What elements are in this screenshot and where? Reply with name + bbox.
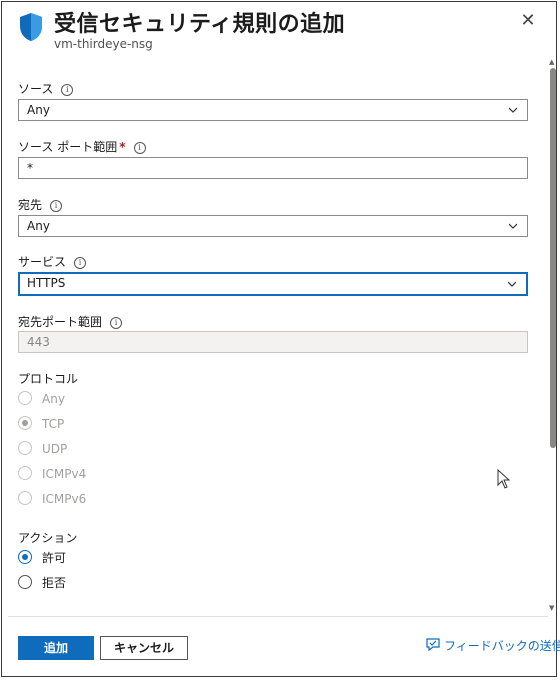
shield-icon <box>20 13 42 41</box>
radio-label: ICMPv4 <box>42 467 87 481</box>
service-label-text: サービス <box>18 255 67 269</box>
radio-label[interactable]: 拒否 <box>42 573 66 593</box>
source-label-text: ソース <box>18 82 54 96</box>
destination-label: 宛先 i <box>18 196 63 213</box>
radio-label: ICMPv6 <box>42 492 87 506</box>
service-value: HTTPS <box>27 276 66 290</box>
source-port-value: * <box>27 161 33 175</box>
radio-circle <box>18 466 32 480</box>
source-dropdown[interactable]: Any <box>18 99 528 121</box>
info-icon[interactable]: i <box>50 200 63 212</box>
mouse-cursor-icon <box>497 469 511 489</box>
scroll-down-arrow[interactable]: ▼ <box>549 604 554 612</box>
destination-port-value: 443 <box>27 335 50 349</box>
service-dropdown[interactable]: HTTPS <box>18 272 528 296</box>
destination-port-input: 443 <box>18 331 528 353</box>
feedback-icon <box>426 638 440 652</box>
radio-circle[interactable] <box>18 575 32 589</box>
info-icon[interactable]: i <box>61 84 74 96</box>
radio-label: Any <box>42 392 65 406</box>
radio-circle <box>18 491 32 505</box>
radio-circle[interactable] <box>18 550 32 564</box>
service-label: サービス i <box>18 253 87 270</box>
radio-label: UDP <box>42 442 68 456</box>
destination-value: Any <box>27 219 50 233</box>
chevron-down-icon <box>508 281 516 287</box>
destination-dropdown[interactable]: Any <box>18 215 528 237</box>
close-icon[interactable]: ✕ <box>517 10 539 32</box>
feedback-link[interactable]: フィードバックの送信 <box>425 637 560 654</box>
chevron-down-icon <box>509 107 517 113</box>
radio-circle <box>18 391 32 405</box>
radio-label: TCP <box>42 417 65 431</box>
radio-label[interactable]: 許可 <box>42 548 66 568</box>
info-icon[interactable]: i <box>133 142 146 154</box>
destination-label-text: 宛先 <box>18 198 43 212</box>
info-icon[interactable]: i <box>110 317 123 329</box>
source-port-input[interactable]: * <box>18 157 528 179</box>
radio-dot <box>22 420 28 426</box>
action-label: アクション <box>18 531 78 545</box>
chevron-down-icon <box>509 223 517 229</box>
destination-port-label-text: 宛先ポート範囲 <box>18 315 103 329</box>
page-title: 受信セキュリティ規則の追加 <box>54 12 346 37</box>
cancel-button[interactable]: キャンセル <box>100 636 188 660</box>
source-value: Any <box>27 103 50 117</box>
info-icon[interactable]: i <box>74 257 87 269</box>
required-mark: * <box>119 140 126 154</box>
add-button[interactable]: 追加 <box>18 636 94 660</box>
radio-circle <box>18 441 32 455</box>
feedback-label[interactable]: フィードバックの送信 <box>444 639 560 653</box>
source-port-label: ソース ポート範囲 * i <box>18 138 146 155</box>
radio-circle <box>18 416 32 430</box>
page-subtitle: vm-thirdeye-nsg <box>54 37 153 51</box>
footer-divider <box>8 616 548 617</box>
radio-dot <box>22 554 28 560</box>
protocol-label: プロトコル <box>18 372 79 386</box>
scrollbar-thumb[interactable] <box>550 68 556 448</box>
source-port-label-text: ソース ポート範囲 <box>18 140 118 154</box>
source-label: ソース i <box>18 80 74 97</box>
destination-port-label: 宛先ポート範囲 i <box>18 313 123 330</box>
scroll-up-arrow[interactable]: ▲ <box>549 58 554 66</box>
